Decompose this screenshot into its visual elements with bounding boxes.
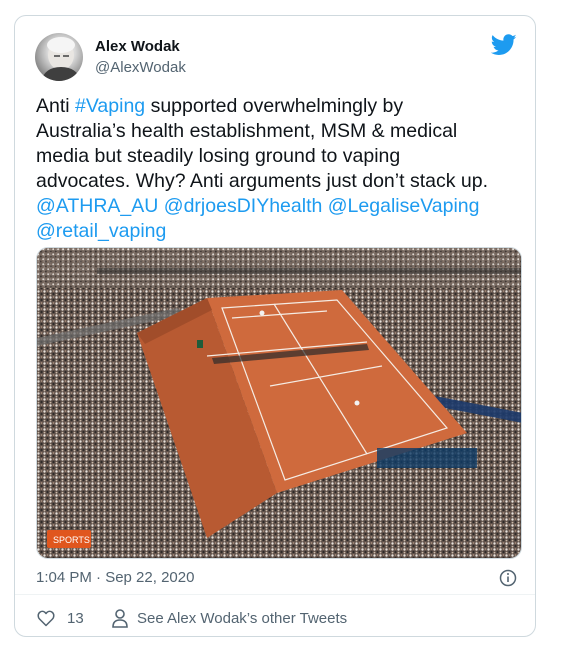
heart-icon[interactable] — [36, 608, 56, 628]
tweet-text-link[interactable]: @drjoesDIYhealth — [164, 195, 323, 217]
twitter-bird-icon[interactable] — [491, 34, 517, 56]
tweet-card: Alex Wodak @AlexWodak Anti #Vaping suppo… — [14, 15, 536, 637]
tweet-timestamp[interactable]: 1:04 PM · Sep 22, 2020 — [36, 569, 194, 586]
info-icon[interactable] — [499, 569, 517, 587]
person-icon[interactable] — [111, 608, 129, 628]
tweet-text-link[interactable]: @LegaliseVaping — [328, 195, 480, 217]
like-count[interactable]: 13 — [67, 610, 84, 627]
author-name[interactable]: Alex Wodak — [95, 38, 180, 55]
tweet-text: Anti #Vaping supported overwhelmingly by… — [36, 94, 516, 244]
tweet-text-link[interactable]: @retail_vaping — [36, 220, 166, 242]
divider — [15, 594, 535, 595]
image-watermark: SPORTS — [53, 535, 90, 545]
see-other-tweets-link[interactable]: See Alex Wodak’s other Tweets — [137, 610, 347, 627]
tweet-text-segment: Anti — [36, 95, 76, 117]
avatar[interactable] — [35, 33, 83, 81]
tweet-text-link[interactable]: @ATHRA_AU — [36, 195, 158, 217]
tweet-text-link[interactable]: #Vaping — [75, 95, 145, 117]
author-handle[interactable]: @AlexWodak — [95, 59, 186, 76]
tweet-media-image[interactable]: SPORTS — [36, 247, 522, 559]
